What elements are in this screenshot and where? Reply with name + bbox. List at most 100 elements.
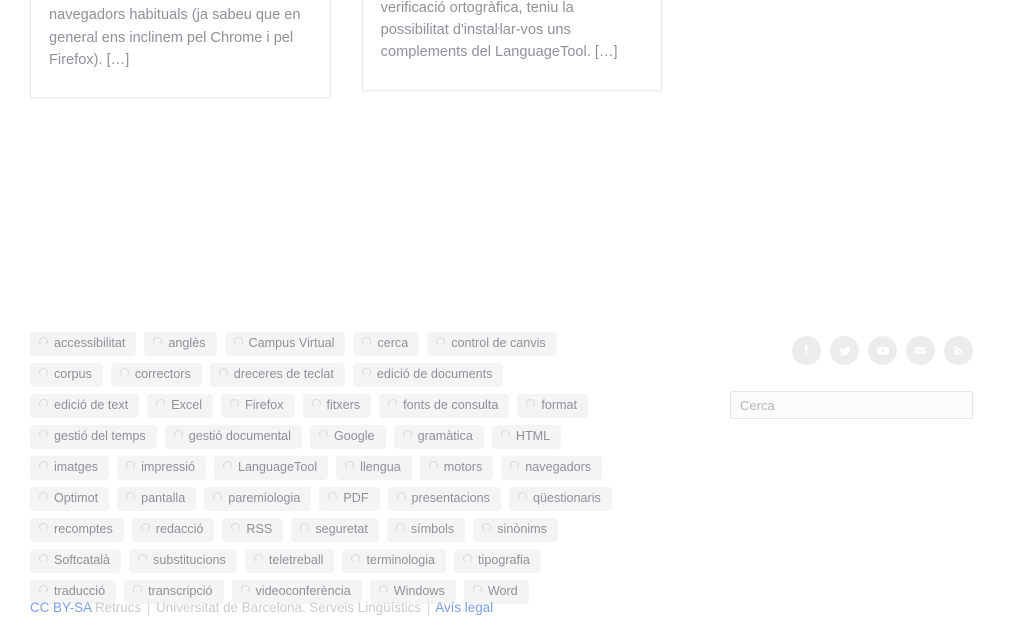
tag-link[interactable]: seguretat: [291, 518, 379, 542]
tag-link[interactable]: gestió del temps: [30, 425, 157, 449]
tag-link[interactable]: substitucions: [129, 549, 237, 573]
tag-label: teletreball: [269, 553, 324, 568]
tag-bullet-icon: [388, 399, 397, 408]
tag-link[interactable]: tipografia: [454, 549, 541, 573]
tag-link[interactable]: motors: [420, 456, 494, 480]
tag-bullet-icon: [362, 368, 371, 377]
tag-bullet-icon: [39, 492, 48, 501]
site-footer: CC BY-SA Retrucs | Universitat de Barcel…: [30, 598, 493, 618]
tag-label: accessibilitat: [54, 336, 125, 351]
tag-bullet-icon: [133, 585, 142, 594]
youtube-icon[interactable]: [868, 336, 897, 365]
tag-bullet-icon: [39, 368, 48, 377]
tag-link[interactable]: LanguageTool: [214, 456, 328, 480]
tag-bullet-icon: [319, 430, 328, 439]
tag-link[interactable]: fitxers: [303, 394, 372, 418]
tag-link[interactable]: HTML: [492, 425, 561, 449]
post-excerpt-card[interactable]: d'una pestanya oberta. Per tot això crei…: [30, 0, 331, 98]
tag-label: Excel: [171, 398, 202, 413]
tag-link[interactable]: navegadors: [501, 456, 602, 480]
tag-label: terminologia: [366, 553, 435, 568]
tag-link[interactable]: accessibilitat: [30, 332, 136, 356]
tag-label: presentacions: [412, 491, 490, 506]
tag-bullet-icon: [138, 554, 147, 563]
tag-bullet-icon: [223, 461, 232, 470]
tag-link[interactable]: Softcatalà: [30, 549, 121, 573]
tag-label: tipografia: [478, 553, 530, 568]
tag-label: traducció: [54, 584, 105, 599]
license-link[interactable]: CC BY-SA: [30, 600, 91, 615]
site-name: Retrucs: [95, 600, 141, 615]
tag-link[interactable]: paremiologia: [204, 487, 311, 511]
rss-icon[interactable]: [944, 336, 973, 365]
tag-link[interactable]: impressió: [117, 456, 206, 480]
post-excerpt-text: A l'hora de redactar textos en aplicacio…: [381, 0, 644, 64]
tag-link[interactable]: teletreball: [245, 549, 335, 573]
tag-link[interactable]: qüestionaris: [509, 487, 612, 511]
tag-label: edició de documents: [377, 367, 493, 382]
tag-link[interactable]: correctors: [111, 363, 202, 387]
tag-link[interactable]: dreceres de teclat: [210, 363, 345, 387]
tag-link[interactable]: format: [517, 394, 588, 418]
tag-label: control de canvis: [451, 336, 546, 351]
tag-label: edició de text: [54, 398, 128, 413]
tag-label: recomptes: [54, 522, 113, 537]
tag-link[interactable]: Optimot: [30, 487, 109, 511]
tag-bullet-icon: [436, 337, 445, 346]
tag-label: impressió: [141, 460, 195, 475]
tag-label: PDF: [343, 491, 368, 506]
tag-link[interactable]: edició de text: [30, 394, 139, 418]
tag-link[interactable]: corpus: [30, 363, 103, 387]
tag-link[interactable]: presentacions: [388, 487, 501, 511]
tag-label: dreceres de teclat: [234, 367, 334, 382]
tag-bullet-icon: [174, 430, 183, 439]
facebook-icon[interactable]: [792, 336, 821, 365]
tag-link[interactable]: Firefox: [221, 394, 295, 418]
tag-bullet-icon: [379, 585, 388, 594]
tag-link[interactable]: Google: [310, 425, 386, 449]
tag-link[interactable]: anglès: [144, 332, 216, 356]
tag-link[interactable]: llengua: [336, 456, 412, 480]
tag-bullet-icon: [397, 492, 406, 501]
post-excerpt-card[interactable]: A l'hora de redactar textos en aplicacio…: [362, 0, 663, 91]
tag-bullet-icon: [473, 585, 482, 594]
tag-bullet-icon: [156, 399, 165, 408]
tag-link[interactable]: fonts de consulta: [379, 394, 509, 418]
legal-notice-link[interactable]: Avís legal: [435, 600, 493, 615]
tag-label: Windows: [394, 584, 445, 599]
tag-label: LanguageTool: [238, 460, 317, 475]
tag-link[interactable]: cerca: [353, 332, 419, 356]
tag-bullet-icon: [153, 337, 162, 346]
tag-link[interactable]: PDF: [319, 487, 379, 511]
tag-link[interactable]: Excel: [147, 394, 213, 418]
tag-link[interactable]: pantalla: [117, 487, 196, 511]
tag-link[interactable]: control de canvis: [427, 332, 557, 356]
email-icon[interactable]: [906, 336, 935, 365]
tag-label: gestió del temps: [54, 429, 146, 444]
tag-link[interactable]: sinònims: [473, 518, 558, 542]
twitter-icon[interactable]: [830, 336, 859, 365]
tag-bullet-icon: [254, 554, 263, 563]
tag-link[interactable]: gramàtica: [394, 425, 484, 449]
tag-bullet-icon: [463, 554, 472, 563]
tag-link[interactable]: RSS: [222, 518, 283, 542]
tag-link[interactable]: imatges: [30, 456, 109, 480]
search-input[interactable]: [730, 391, 973, 419]
tag-link[interactable]: redacció: [132, 518, 215, 542]
tag-link[interactable]: símbols: [387, 518, 465, 542]
social-links: [730, 324, 994, 365]
tag-link[interactable]: edició de documents: [353, 363, 504, 387]
footer-organization: Universitat de Barcelona. Serveis Lingüí…: [156, 600, 421, 615]
tag-label: Google: [334, 429, 375, 444]
tag-link[interactable]: gestió documental: [165, 425, 302, 449]
tag-link[interactable]: terminologia: [342, 549, 446, 573]
tag-link[interactable]: recomptes: [30, 518, 124, 542]
tag-label: seguretat: [315, 522, 368, 537]
tag-link[interactable]: Campus Virtual: [225, 332, 346, 356]
tag-bullet-icon: [219, 368, 228, 377]
tag-bullet-icon: [213, 492, 222, 501]
tag-label: corpus: [54, 367, 92, 382]
post-excerpt-text: d'una pestanya oberta. Per tot això crei…: [49, 0, 312, 71]
tag-label: Campus Virtual: [249, 336, 335, 351]
tag-label: símbols: [411, 522, 454, 537]
